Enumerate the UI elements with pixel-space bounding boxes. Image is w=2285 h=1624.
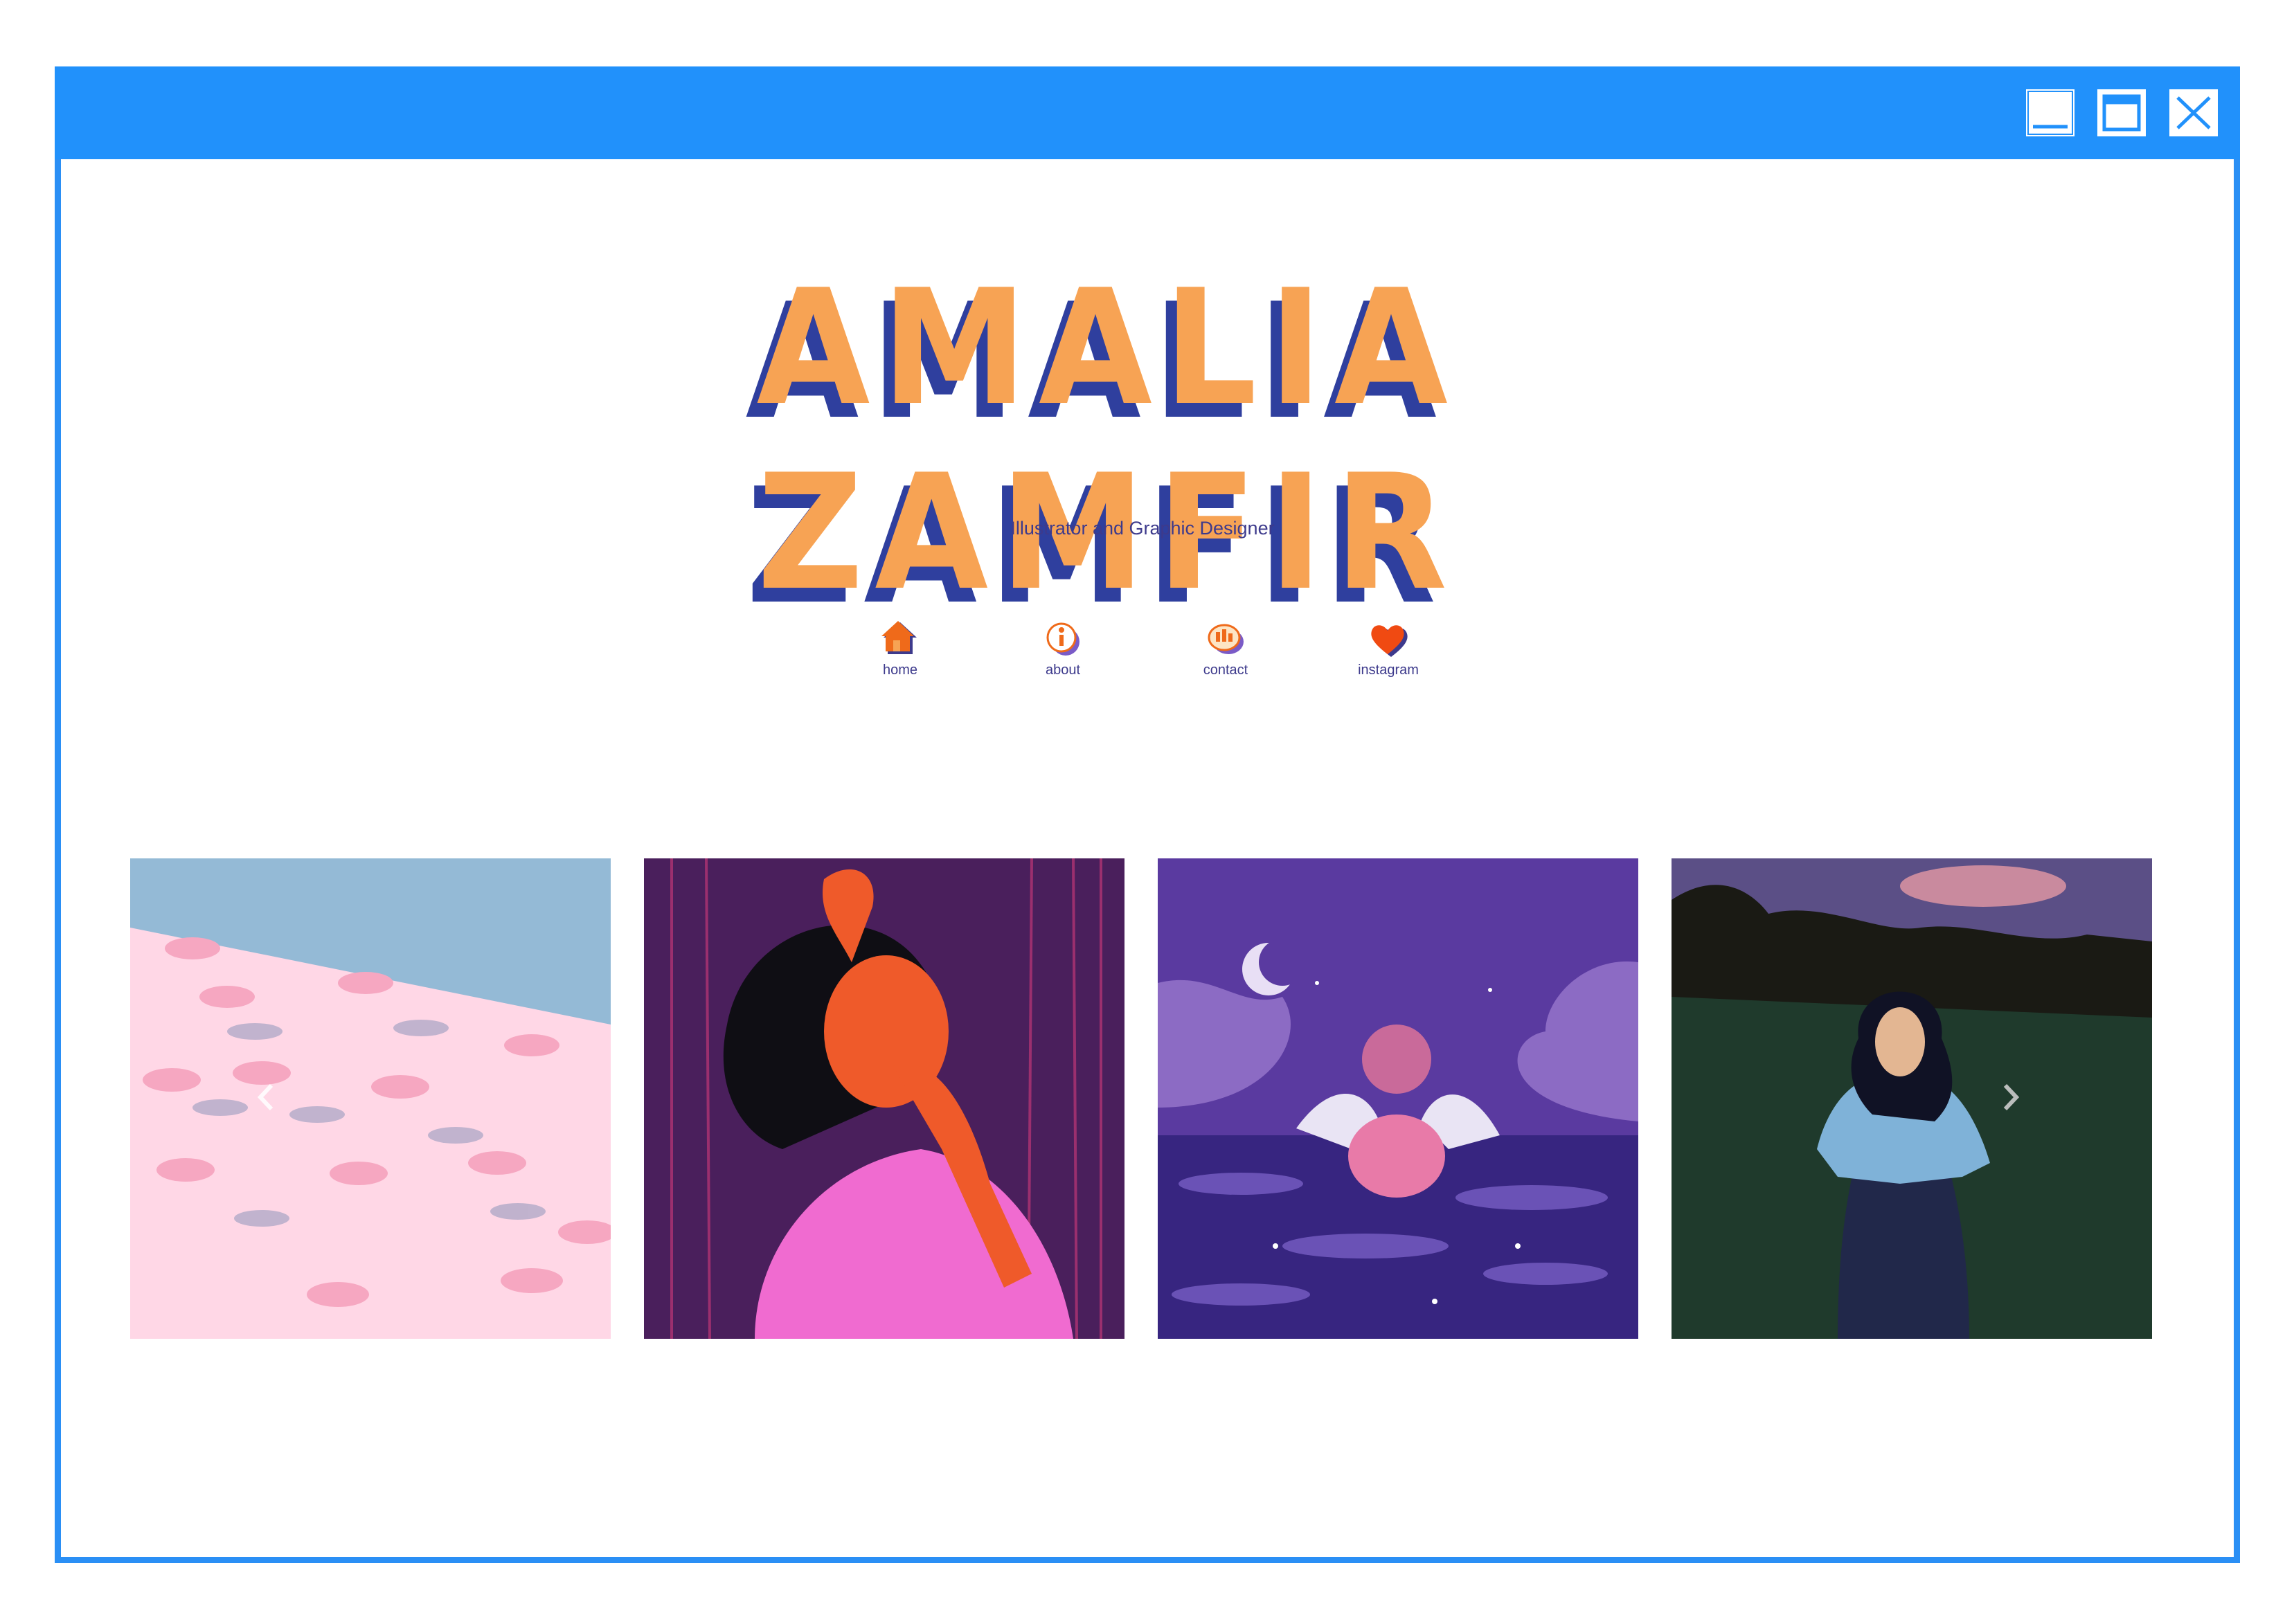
chevron-right-icon[interactable] bbox=[1997, 1080, 2025, 1115]
logo-text: AMALIA ZAMFIR bbox=[756, 256, 1460, 626]
nav-label-about: about bbox=[1045, 662, 1081, 678]
chat-icon bbox=[1208, 624, 1244, 654]
info-icon bbox=[1046, 622, 1079, 656]
house-icon bbox=[881, 621, 917, 654]
minimize-icon[interactable] bbox=[2026, 89, 2075, 136]
gallery-image[interactable] bbox=[130, 858, 611, 1339]
nav-item-instagram[interactable]: instagram bbox=[1333, 620, 1444, 678]
cupid-in-night-sea-illustration bbox=[1158, 858, 1638, 1339]
nav-label-instagram: instagram bbox=[1358, 662, 1419, 678]
gallery-image[interactable] bbox=[644, 858, 1124, 1339]
woman-hand-on-face-illustration bbox=[644, 858, 1124, 1339]
chevron-left-icon[interactable] bbox=[252, 1080, 280, 1115]
maximize-icon[interactable] bbox=[2097, 89, 2146, 136]
gallery-image[interactable] bbox=[1158, 858, 1638, 1339]
site-logo[interactable]: AMALIA ZAMFIR AMALIA ZAMFIR bbox=[512, 256, 1703, 640]
nav-item-home[interactable]: home bbox=[845, 620, 956, 678]
nav-label-home: home bbox=[882, 662, 918, 678]
main-nav: home about contact instagram bbox=[0, 620, 2285, 696]
image-carousel bbox=[130, 858, 2152, 1340]
window-titlebar bbox=[55, 66, 2240, 159]
heart-icon bbox=[1371, 625, 1408, 657]
woman-in-field-illustration bbox=[1672, 858, 2152, 1339]
nav-item-contact[interactable]: contact bbox=[1170, 620, 1281, 678]
nav-label-contact: contact bbox=[1203, 662, 1248, 678]
gallery-image[interactable] bbox=[1672, 858, 2152, 1339]
pink-beach-umbrellas-illustration bbox=[130, 858, 611, 1339]
site-subtitle: Illustrator and Graphic Designer bbox=[1010, 518, 1275, 539]
close-icon[interactable] bbox=[2169, 89, 2218, 136]
nav-item-about[interactable]: about bbox=[1007, 620, 1118, 678]
